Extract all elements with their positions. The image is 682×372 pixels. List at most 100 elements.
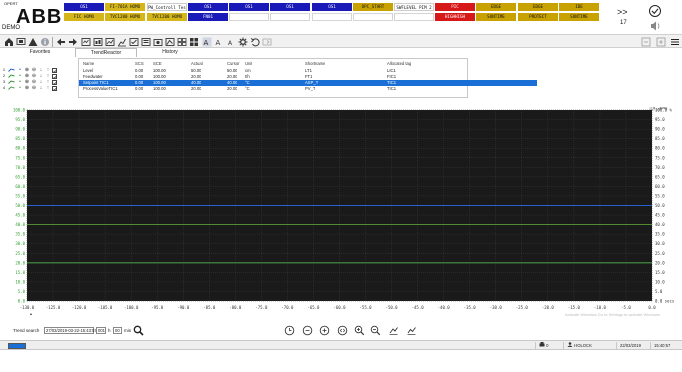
alarm-cell[interactable]: SUNTIME: [476, 13, 516, 21]
alarm-cell[interactable]: TVC1200 HOMO: [147, 13, 187, 21]
legend-cell-cursor: 20.00: [227, 86, 238, 91]
status-indicator[interactable]: [8, 343, 26, 349]
pan-right-icon[interactable]: [405, 324, 417, 336]
alarm-cell[interactable]: SUNTIME: [559, 13, 599, 21]
user-name: HOLOCK: [574, 343, 592, 348]
more-alarms-button[interactable]: >>: [617, 7, 628, 17]
alarm-cell[interactable]: IDE: [559, 3, 599, 11]
alarm-cell[interactable]: PW_Controll TestCtrl: [147, 3, 187, 11]
visibility-checkbox[interactable]: [52, 73, 57, 79]
minutes-input[interactable]: 00: [113, 327, 122, 334]
window-minimize-icon[interactable]: [640, 36, 651, 47]
alarm-cell[interactable]: OS1: [312, 3, 352, 11]
visibility-checkbox[interactable]: [52, 79, 57, 85]
back-icon[interactable]: [55, 36, 66, 47]
zoom-out-icon[interactable]: [369, 324, 381, 336]
alarm-cell[interactable]: HIGHHIGH: [435, 13, 475, 21]
alarm-cell[interactable]: FIC HOMO: [64, 13, 104, 21]
undo-icon[interactable]: [249, 36, 260, 47]
zoom-time-fit-icon[interactable]: [336, 324, 348, 336]
legend-cell-name: ProcessValueTIC1: [83, 86, 118, 91]
tab-favorites[interactable]: Favorites: [20, 48, 60, 57]
history-icon[interactable]: [176, 36, 187, 47]
forward-icon[interactable]: [67, 36, 78, 47]
printer-status[interactable]: 0: [535, 342, 563, 349]
y-tick-label: 45.0: [15, 213, 25, 218]
redo-icon[interactable]: [261, 36, 272, 47]
x-tick-label: -105.0: [98, 305, 113, 310]
status-bar: 0 HOLOCK 22/03/2019 15:40:57: [0, 340, 682, 350]
search-icon[interactable]: [132, 324, 144, 336]
display-icon[interactable]: [80, 36, 91, 47]
alarm-cell[interactable]: EDGE: [518, 3, 558, 11]
line-style-icon[interactable]: [8, 85, 15, 91]
alarm-cell[interactable]: FI-701A HOMO: [105, 3, 145, 11]
y-tick-label: 100.0: [13, 108, 26, 113]
graph-icon[interactable]: [116, 36, 127, 47]
user-status[interactable]: HOLOCK: [563, 342, 616, 349]
zoom-out-icon[interactable]: ⊖: [31, 85, 37, 91]
settings-icon[interactable]: [237, 36, 248, 47]
trend-chart[interactable]: [0..100] 100.0 100.0 % 95.0 95.0 90.0 90.0 85.0…: [0, 107, 682, 317]
monitor-icon[interactable]: [15, 36, 26, 47]
alarm-cell[interactable]: OPC_START: [353, 3, 393, 11]
silence-icon[interactable]: [648, 20, 662, 32]
visibility-checkbox[interactable]: [52, 85, 57, 91]
window-restore-icon[interactable]: [655, 36, 666, 47]
alarm-cell[interactable]: [312, 13, 352, 21]
alarm-cell[interactable]: [270, 13, 310, 21]
checklist-icon[interactable]: [128, 36, 139, 47]
legend-header-row: Name SCS SCE Actual Cursor Unit Shortnam…: [79, 61, 537, 67]
font-increase-icon[interactable]: A: [201, 36, 212, 47]
move-down-icon[interactable]: ↓: [38, 85, 44, 91]
trend-chart-svg[interactable]: [0..100]100.0 100.0 %95.0 95.090.0 90.085.0…: [0, 107, 682, 317]
toolbar-separator: [52, 37, 53, 47]
alarm-cell[interactable]: TVC1200 HOMO: [105, 13, 145, 21]
layout-icon[interactable]: [188, 36, 199, 47]
alarm-cell[interactable]: FN01: [188, 13, 228, 21]
alarm-cell[interactable]: [353, 13, 393, 21]
y-right-tick-label: 95.0: [655, 117, 665, 122]
zoom-in-icon[interactable]: ⊕: [24, 85, 30, 91]
camera-icon[interactable]: [152, 36, 163, 47]
zoom-time-in-icon[interactable]: [283, 324, 295, 336]
process-icon[interactable]: [92, 36, 103, 47]
tab-trendreactor[interactable]: TrendReactor: [75, 48, 137, 57]
visibility-checkbox[interactable]: [52, 67, 57, 73]
zoom-in-icon[interactable]: [353, 324, 365, 336]
alarm-cell[interactable]: PROTECT: [518, 13, 558, 21]
tab-history[interactable]: History: [150, 48, 190, 57]
zoom-time-reset-icon[interactable]: [318, 324, 330, 336]
alarm-cell[interactable]: PIC: [435, 3, 475, 11]
alarm-cell[interactable]: [229, 13, 269, 21]
menu-icon[interactable]: [669, 36, 680, 47]
legend-row[interactable]: ProcessValueTIC1 0.00 100.00 20.00 20.00 °C PV…: [79, 86, 537, 92]
report-icon[interactable]: [140, 36, 151, 47]
alarm-cell[interactable]: [394, 13, 434, 21]
alarm-cell[interactable]: OS1: [188, 3, 228, 11]
alarm-cell[interactable]: SWFLEVEL PIM 2: [394, 3, 434, 11]
warning-icon[interactable]: [27, 36, 38, 47]
home-icon[interactable]: [3, 36, 14, 47]
alarm-cell[interactable]: OS1: [270, 3, 310, 11]
move-up-icon[interactable]: ↑: [45, 85, 51, 91]
alarm-cell[interactable]: OS1: [64, 3, 104, 11]
trend-icon[interactable]: [104, 36, 115, 47]
datetime-input[interactable]: 27/03/2019-03-22-15:43:57: [44, 327, 97, 334]
tab-label: TrendReactor: [90, 50, 122, 56]
alarm-cell[interactable]: EDGE: [476, 3, 516, 11]
hours-input[interactable]: 001: [96, 327, 106, 334]
x-tick-label: 0.0: [648, 305, 656, 310]
info-icon[interactable]: [39, 36, 50, 47]
chart-icon[interactable]: [164, 36, 175, 47]
font-small-icon[interactable]: A: [225, 36, 236, 47]
y-tick-label: 15.0: [15, 270, 25, 275]
marker-icon[interactable]: •: [17, 85, 23, 91]
x-tick-label: -95.0: [151, 305, 164, 310]
pan-left-icon[interactable]: [387, 324, 399, 336]
y-right-tick-label: 5.0: [655, 289, 663, 294]
zoom-time-out-icon[interactable]: [301, 324, 313, 336]
acknowledge-icon[interactable]: [648, 4, 662, 18]
alarm-cell[interactable]: OS1: [229, 3, 269, 11]
font-decrease-icon[interactable]: A: [213, 36, 224, 47]
